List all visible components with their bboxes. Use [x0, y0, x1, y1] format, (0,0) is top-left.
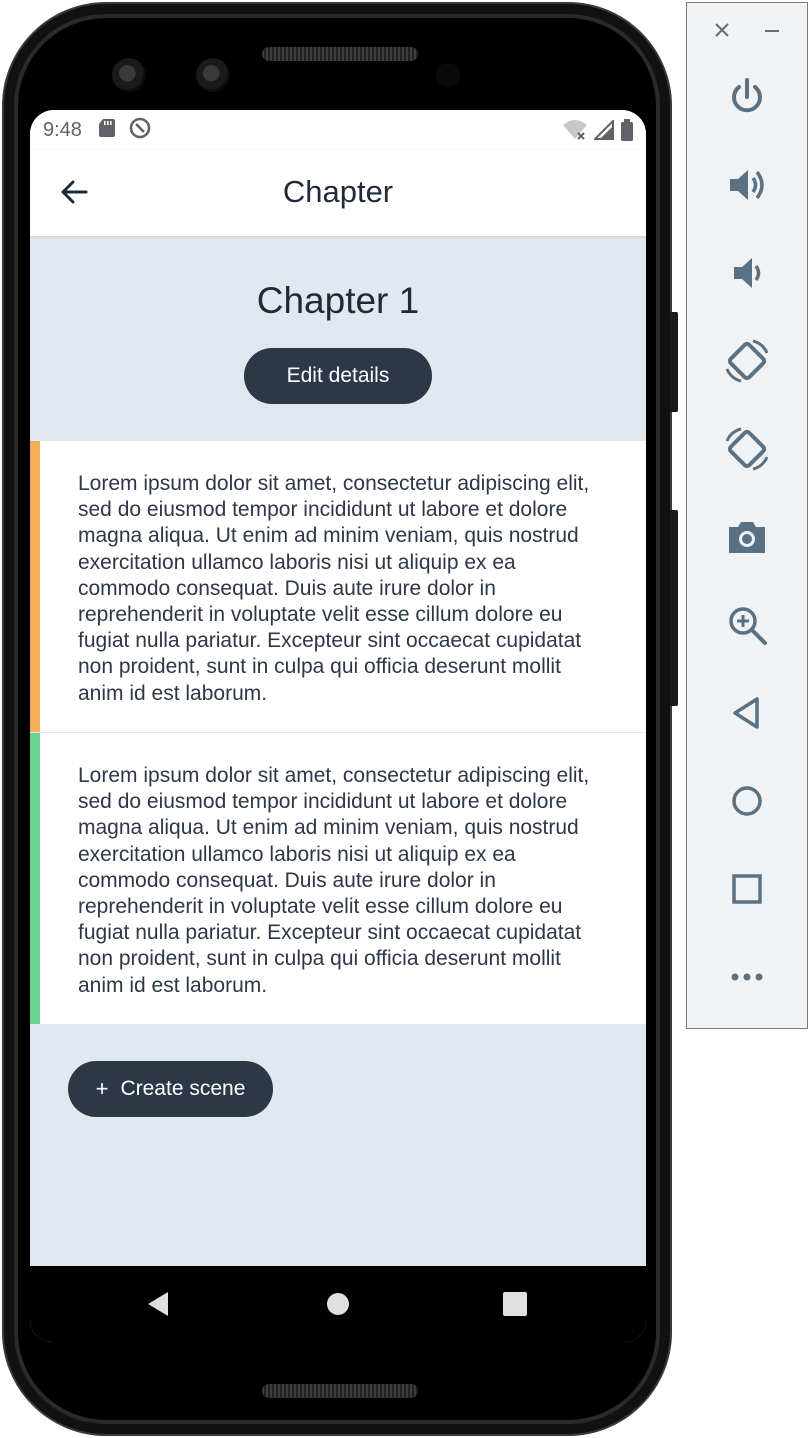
volume-side-button [670, 510, 678, 706]
chapter-title: Chapter 1 [256, 280, 420, 321]
system-nav-bar [30, 1266, 646, 1342]
status-bar: 9:48 [30, 110, 646, 150]
nav-home-icon[interactable] [318, 1284, 358, 1324]
device-screen: 9:48 Chapter Chapter 1 Edit details Lore… [30, 110, 646, 1342]
scene-accent-bar [30, 733, 40, 1024]
sd-card-icon [98, 118, 116, 143]
power-icon[interactable] [723, 73, 771, 121]
chapter-header: Chapter 1 Edit details [30, 236, 646, 441]
cell-signal-icon [592, 118, 614, 145]
rotate-left-icon[interactable] [723, 337, 771, 385]
scene-text: Lorem ipsum dolor sit amet, consectetur … [78, 764, 590, 997]
earpiece-speaker [262, 47, 418, 61]
close-icon[interactable] [711, 19, 733, 41]
more-icon[interactable] [723, 953, 771, 1001]
bottom-speaker [262, 1384, 418, 1398]
app-bar: Chapter [30, 150, 646, 236]
minimize-icon[interactable] [761, 19, 783, 41]
volume-down-icon[interactable] [723, 249, 771, 297]
create-scene-button[interactable]: + Create scene [68, 1061, 273, 1117]
status-time: 9:48 [43, 118, 82, 141]
battery-icon [620, 119, 634, 146]
nav-back-icon[interactable] [138, 1284, 178, 1324]
create-scene-label: Create scene [120, 1077, 246, 1100]
data-saver-icon [128, 116, 152, 145]
front-sensor [112, 58, 146, 92]
scene-text: Lorem ipsum dolor sit amet, consectetur … [78, 472, 590, 705]
proximity-sensor [436, 63, 460, 87]
power-side-button [670, 312, 678, 412]
plus-icon: + [95, 1076, 109, 1101]
scene-accent-bar [30, 441, 40, 732]
scene-card[interactable]: Lorem ipsum dolor sit amet, consectetur … [30, 733, 646, 1024]
page-title: Chapter [282, 174, 394, 209]
nav-overview-icon[interactable] [495, 1284, 535, 1324]
wifi-off-icon [562, 119, 588, 146]
volume-up-icon[interactable] [723, 161, 771, 209]
home-icon[interactable] [723, 777, 771, 825]
emulator-toolbar [686, 2, 808, 1029]
rotate-right-icon[interactable] [723, 425, 771, 473]
overview-icon[interactable] [723, 865, 771, 913]
scene-card[interactable]: Lorem ipsum dolor sit amet, consectetur … [30, 441, 646, 733]
back-icon[interactable] [723, 689, 771, 737]
zoom-icon[interactable] [723, 601, 771, 649]
camera-icon[interactable] [723, 513, 771, 561]
front-camera [196, 58, 230, 92]
edit-details-button[interactable]: Edit details [244, 348, 432, 404]
